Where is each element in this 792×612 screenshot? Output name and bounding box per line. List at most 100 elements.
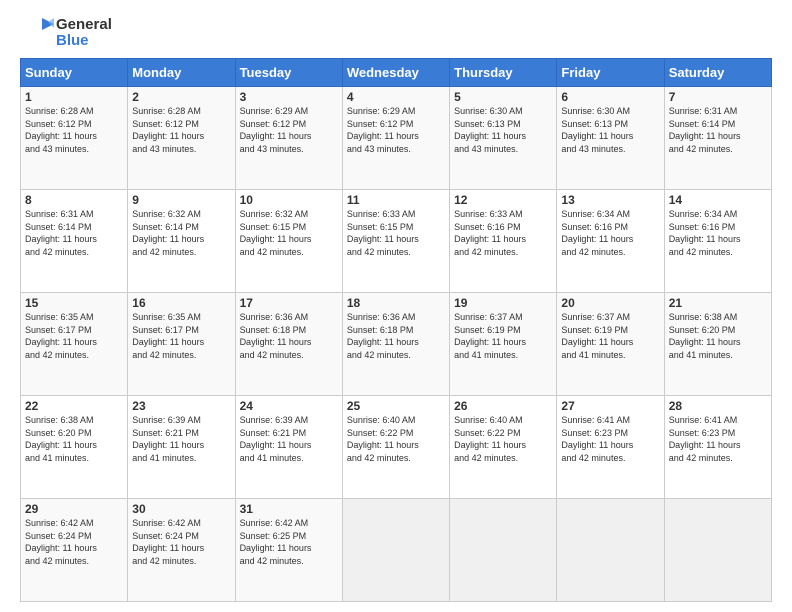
calendar-day-cell: 11Sunrise: 6:33 AM Sunset: 6:15 PM Dayli… — [342, 190, 449, 293]
day-number: 16 — [132, 296, 230, 310]
day-number: 10 — [240, 193, 338, 207]
calendar-day-cell: 21Sunrise: 6:38 AM Sunset: 6:20 PM Dayli… — [664, 293, 771, 396]
logo-bird-icon — [20, 16, 54, 50]
calendar-day-cell: 26Sunrise: 6:40 AM Sunset: 6:22 PM Dayli… — [450, 396, 557, 499]
calendar-day-cell: 16Sunrise: 6:35 AM Sunset: 6:17 PM Dayli… — [128, 293, 235, 396]
day-info: Sunrise: 6:34 AM Sunset: 6:16 PM Dayligh… — [669, 208, 767, 258]
calendar-day-cell: 22Sunrise: 6:38 AM Sunset: 6:20 PM Dayli… — [21, 396, 128, 499]
day-info: Sunrise: 6:38 AM Sunset: 6:20 PM Dayligh… — [25, 414, 123, 464]
day-info: Sunrise: 6:37 AM Sunset: 6:19 PM Dayligh… — [561, 311, 659, 361]
calendar-table: SundayMondayTuesdayWednesdayThursdayFrid… — [20, 58, 772, 602]
day-info: Sunrise: 6:30 AM Sunset: 6:13 PM Dayligh… — [454, 105, 552, 155]
day-info: Sunrise: 6:39 AM Sunset: 6:21 PM Dayligh… — [240, 414, 338, 464]
calendar-day-cell: 15Sunrise: 6:35 AM Sunset: 6:17 PM Dayli… — [21, 293, 128, 396]
day-number: 12 — [454, 193, 552, 207]
day-info: Sunrise: 6:31 AM Sunset: 6:14 PM Dayligh… — [25, 208, 123, 258]
day-number: 15 — [25, 296, 123, 310]
calendar-header-row: SundayMondayTuesdayWednesdayThursdayFrid… — [21, 59, 772, 87]
day-number: 17 — [240, 296, 338, 310]
calendar-day-cell — [664, 499, 771, 602]
calendar-day-cell: 20Sunrise: 6:37 AM Sunset: 6:19 PM Dayli… — [557, 293, 664, 396]
logo: General Blue — [20, 16, 112, 50]
calendar-day-cell: 6Sunrise: 6:30 AM Sunset: 6:13 PM Daylig… — [557, 87, 664, 190]
weekday-header-monday: Monday — [128, 59, 235, 87]
day-info: Sunrise: 6:42 AM Sunset: 6:25 PM Dayligh… — [240, 517, 338, 567]
calendar-day-cell: 25Sunrise: 6:40 AM Sunset: 6:22 PM Dayli… — [342, 396, 449, 499]
day-info: Sunrise: 6:37 AM Sunset: 6:19 PM Dayligh… — [454, 311, 552, 361]
calendar-day-cell: 2Sunrise: 6:28 AM Sunset: 6:12 PM Daylig… — [128, 87, 235, 190]
day-number: 14 — [669, 193, 767, 207]
day-info: Sunrise: 6:31 AM Sunset: 6:14 PM Dayligh… — [669, 105, 767, 155]
day-number: 24 — [240, 399, 338, 413]
day-number: 2 — [132, 90, 230, 104]
calendar-day-cell: 13Sunrise: 6:34 AM Sunset: 6:16 PM Dayli… — [557, 190, 664, 293]
calendar-day-cell: 3Sunrise: 6:29 AM Sunset: 6:12 PM Daylig… — [235, 87, 342, 190]
calendar-day-cell: 27Sunrise: 6:41 AM Sunset: 6:23 PM Dayli… — [557, 396, 664, 499]
day-number: 28 — [669, 399, 767, 413]
day-number: 29 — [25, 502, 123, 516]
calendar-day-cell — [557, 499, 664, 602]
day-number: 20 — [561, 296, 659, 310]
page-header: General Blue — [20, 16, 772, 50]
day-info: Sunrise: 6:33 AM Sunset: 6:16 PM Dayligh… — [454, 208, 552, 258]
calendar-week-row: 1 Sunrise: 6:28 AM Sunset: 6:12 PM Daylig… — [21, 87, 772, 190]
day-info: Sunrise: 6:28 AM Sunset: 6:12 PM Dayligh… — [132, 105, 230, 155]
weekday-header-tuesday: Tuesday — [235, 59, 342, 87]
weekday-header-wednesday: Wednesday — [342, 59, 449, 87]
calendar-day-cell: 7Sunrise: 6:31 AM Sunset: 6:14 PM Daylig… — [664, 87, 771, 190]
day-info: Sunrise: 6:42 AM Sunset: 6:24 PM Dayligh… — [132, 517, 230, 567]
calendar-day-cell: 9Sunrise: 6:32 AM Sunset: 6:14 PM Daylig… — [128, 190, 235, 293]
calendar-day-cell: 8Sunrise: 6:31 AM Sunset: 6:14 PM Daylig… — [21, 190, 128, 293]
day-info: Sunrise: 6:35 AM Sunset: 6:17 PM Dayligh… — [132, 311, 230, 361]
weekday-header-thursday: Thursday — [450, 59, 557, 87]
day-number: 4 — [347, 90, 445, 104]
day-info: Sunrise: 6:41 AM Sunset: 6:23 PM Dayligh… — [669, 414, 767, 464]
day-info: Sunrise: 6:35 AM Sunset: 6:17 PM Dayligh… — [25, 311, 123, 361]
day-number: 8 — [25, 193, 123, 207]
calendar-day-cell: 18Sunrise: 6:36 AM Sunset: 6:18 PM Dayli… — [342, 293, 449, 396]
day-info: Sunrise: 6:41 AM Sunset: 6:23 PM Dayligh… — [561, 414, 659, 464]
day-info: Sunrise: 6:32 AM Sunset: 6:15 PM Dayligh… — [240, 208, 338, 258]
calendar-day-cell: 5Sunrise: 6:30 AM Sunset: 6:13 PM Daylig… — [450, 87, 557, 190]
day-info: Sunrise: 6:29 AM Sunset: 6:12 PM Dayligh… — [347, 105, 445, 155]
day-number: 19 — [454, 296, 552, 310]
calendar-day-cell: 28Sunrise: 6:41 AM Sunset: 6:23 PM Dayli… — [664, 396, 771, 499]
day-info: Sunrise: 6:38 AM Sunset: 6:20 PM Dayligh… — [669, 311, 767, 361]
calendar-week-row: 22Sunrise: 6:38 AM Sunset: 6:20 PM Dayli… — [21, 396, 772, 499]
calendar-day-cell: 19Sunrise: 6:37 AM Sunset: 6:19 PM Dayli… — [450, 293, 557, 396]
day-number: 5 — [454, 90, 552, 104]
calendar-day-cell: 23Sunrise: 6:39 AM Sunset: 6:21 PM Dayli… — [128, 396, 235, 499]
day-info: Sunrise: 6:34 AM Sunset: 6:16 PM Dayligh… — [561, 208, 659, 258]
calendar-day-cell: 1Sunrise: 6:28 AM Sunset: 6:12 PM Daylig… — [21, 87, 128, 190]
day-info: Sunrise: 6:33 AM Sunset: 6:15 PM Dayligh… — [347, 208, 445, 258]
calendar-week-row: 8Sunrise: 6:31 AM Sunset: 6:14 PM Daylig… — [21, 190, 772, 293]
day-number: 26 — [454, 399, 552, 413]
day-number: 30 — [132, 502, 230, 516]
calendar-week-row: 15Sunrise: 6:35 AM Sunset: 6:17 PM Dayli… — [21, 293, 772, 396]
calendar-day-cell: 12Sunrise: 6:33 AM Sunset: 6:16 PM Dayli… — [450, 190, 557, 293]
logo-line2: Blue — [56, 33, 112, 50]
day-number: 11 — [347, 193, 445, 207]
calendar-week-row: 29 Sunrise: 6:42 AM Sunset: 6:24 PM Dayli… — [21, 499, 772, 602]
day-number: 3 — [240, 90, 338, 104]
day-info: Sunrise: 6:36 AM Sunset: 6:18 PM Dayligh… — [240, 311, 338, 361]
calendar-day-cell — [342, 499, 449, 602]
weekday-header-saturday: Saturday — [664, 59, 771, 87]
day-number: 1 — [25, 90, 123, 104]
calendar-day-cell: 30Sunrise: 6:42 AM Sunset: 6:24 PM Dayli… — [128, 499, 235, 602]
day-number: 23 — [132, 399, 230, 413]
day-info: Sunrise: 6:32 AM Sunset: 6:14 PM Dayligh… — [132, 208, 230, 258]
calendar-day-cell: 10Sunrise: 6:32 AM Sunset: 6:15 PM Dayli… — [235, 190, 342, 293]
day-number: 9 — [132, 193, 230, 207]
day-info: Sunrise: 6:30 AM Sunset: 6:13 PM Dayligh… — [561, 105, 659, 155]
calendar-day-cell: 24Sunrise: 6:39 AM Sunset: 6:21 PM Dayli… — [235, 396, 342, 499]
day-number: 6 — [561, 90, 659, 104]
logo-line1: General — [56, 17, 112, 34]
weekday-header-friday: Friday — [557, 59, 664, 87]
calendar-day-cell: 14Sunrise: 6:34 AM Sunset: 6:16 PM Dayli… — [664, 190, 771, 293]
day-info: Sunrise: 6:29 AM Sunset: 6:12 PM Dayligh… — [240, 105, 338, 155]
day-number: 7 — [669, 90, 767, 104]
calendar-day-cell: 17Sunrise: 6:36 AM Sunset: 6:18 PM Dayli… — [235, 293, 342, 396]
day-number: 25 — [347, 399, 445, 413]
day-number: 13 — [561, 193, 659, 207]
